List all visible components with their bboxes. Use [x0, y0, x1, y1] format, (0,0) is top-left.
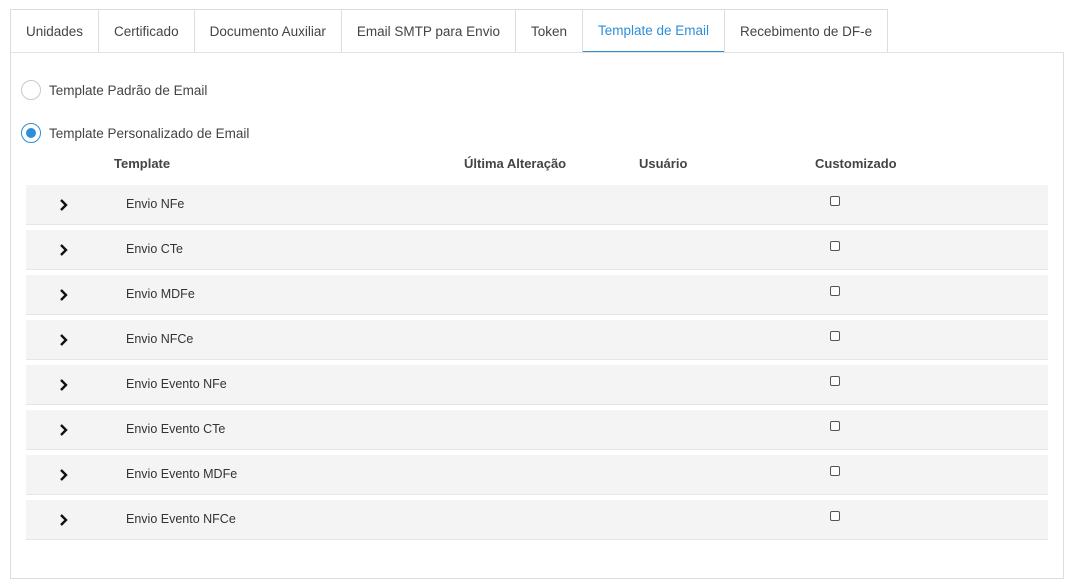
chevron-right-icon[interactable]: [56, 377, 70, 393]
template-name: Envio CTe: [126, 242, 183, 256]
tab-certificado[interactable]: Certificado: [98, 9, 195, 53]
tab-template-de-email[interactable]: Template de Email: [581, 9, 726, 53]
option-template-padrao[interactable]: Template Padrão de Email: [21, 80, 207, 100]
table-row[interactable]: Envio Evento NFCe: [26, 500, 1048, 540]
template-name: Envio Evento CTe: [126, 422, 226, 436]
customizado-checkbox[interactable]: [830, 466, 840, 476]
column-header-usuario: Usuário: [639, 156, 688, 171]
chevron-right-icon[interactable]: [56, 422, 70, 438]
template-name: Envio NFCe: [126, 332, 194, 346]
chevron-right-icon[interactable]: [56, 242, 70, 258]
customizado-checkbox[interactable]: [830, 511, 840, 521]
template-name: Envio NFe: [126, 197, 185, 211]
tab-email-smtp[interactable]: Email SMTP para Envio: [340, 9, 516, 53]
customizado-checkbox[interactable]: [830, 286, 840, 296]
template-name: Envio Evento NFe: [126, 377, 227, 391]
table-row[interactable]: Envio Evento NFe: [26, 365, 1048, 405]
chevron-right-icon[interactable]: [56, 197, 70, 213]
table-row[interactable]: Envio MDFe: [26, 275, 1048, 315]
template-list: Envio NFe Envio CTe Envio MDFe Envio NFC…: [26, 185, 1048, 545]
tab-unidades[interactable]: Unidades: [10, 9, 100, 53]
column-header-template: Template: [114, 156, 171, 171]
column-header-customizado: Customizado: [815, 156, 897, 171]
customizado-checkbox[interactable]: [830, 196, 840, 206]
table-row[interactable]: Envio NFe: [26, 185, 1048, 225]
chevron-right-icon[interactable]: [56, 332, 70, 348]
chevron-right-icon[interactable]: [56, 512, 70, 528]
column-header-ultima-alteracao: Última Alteração: [464, 156, 567, 171]
chevron-right-icon[interactable]: [56, 287, 70, 303]
chevron-right-icon[interactable]: [56, 467, 70, 483]
table-row[interactable]: Envio Evento MDFe: [26, 455, 1048, 495]
tab-bar: Unidades Certificado Documento Auxiliar …: [10, 9, 889, 53]
template-name: Envio Evento NFCe: [126, 512, 236, 526]
tab-token[interactable]: Token: [514, 9, 583, 53]
tab-recebimento-dfe[interactable]: Recebimento de DF-e: [724, 9, 889, 53]
radio-template-padrao[interactable]: [21, 80, 41, 100]
radio-template-personalizado[interactable]: [21, 123, 41, 143]
option-template-personalizado-label: Template Personalizado de Email: [49, 125, 250, 141]
tab-panel: Template Padrão de Email Template Person…: [10, 52, 1064, 579]
option-template-padrao-label: Template Padrão de Email: [49, 82, 208, 98]
template-name: Envio Evento MDFe: [126, 467, 238, 481]
table-row[interactable]: Envio NFCe: [26, 320, 1048, 360]
customizado-checkbox[interactable]: [830, 376, 840, 386]
tab-documento-auxiliar[interactable]: Documento Auxiliar: [193, 9, 342, 53]
table-row[interactable]: Envio CTe: [26, 230, 1048, 270]
option-template-personalizado[interactable]: Template Personalizado de Email: [21, 123, 249, 143]
customizado-checkbox[interactable]: [830, 421, 840, 431]
customizado-checkbox[interactable]: [830, 241, 840, 251]
template-name: Envio MDFe: [126, 287, 195, 301]
table-row[interactable]: Envio Evento CTe: [26, 410, 1048, 450]
customizado-checkbox[interactable]: [830, 331, 840, 341]
